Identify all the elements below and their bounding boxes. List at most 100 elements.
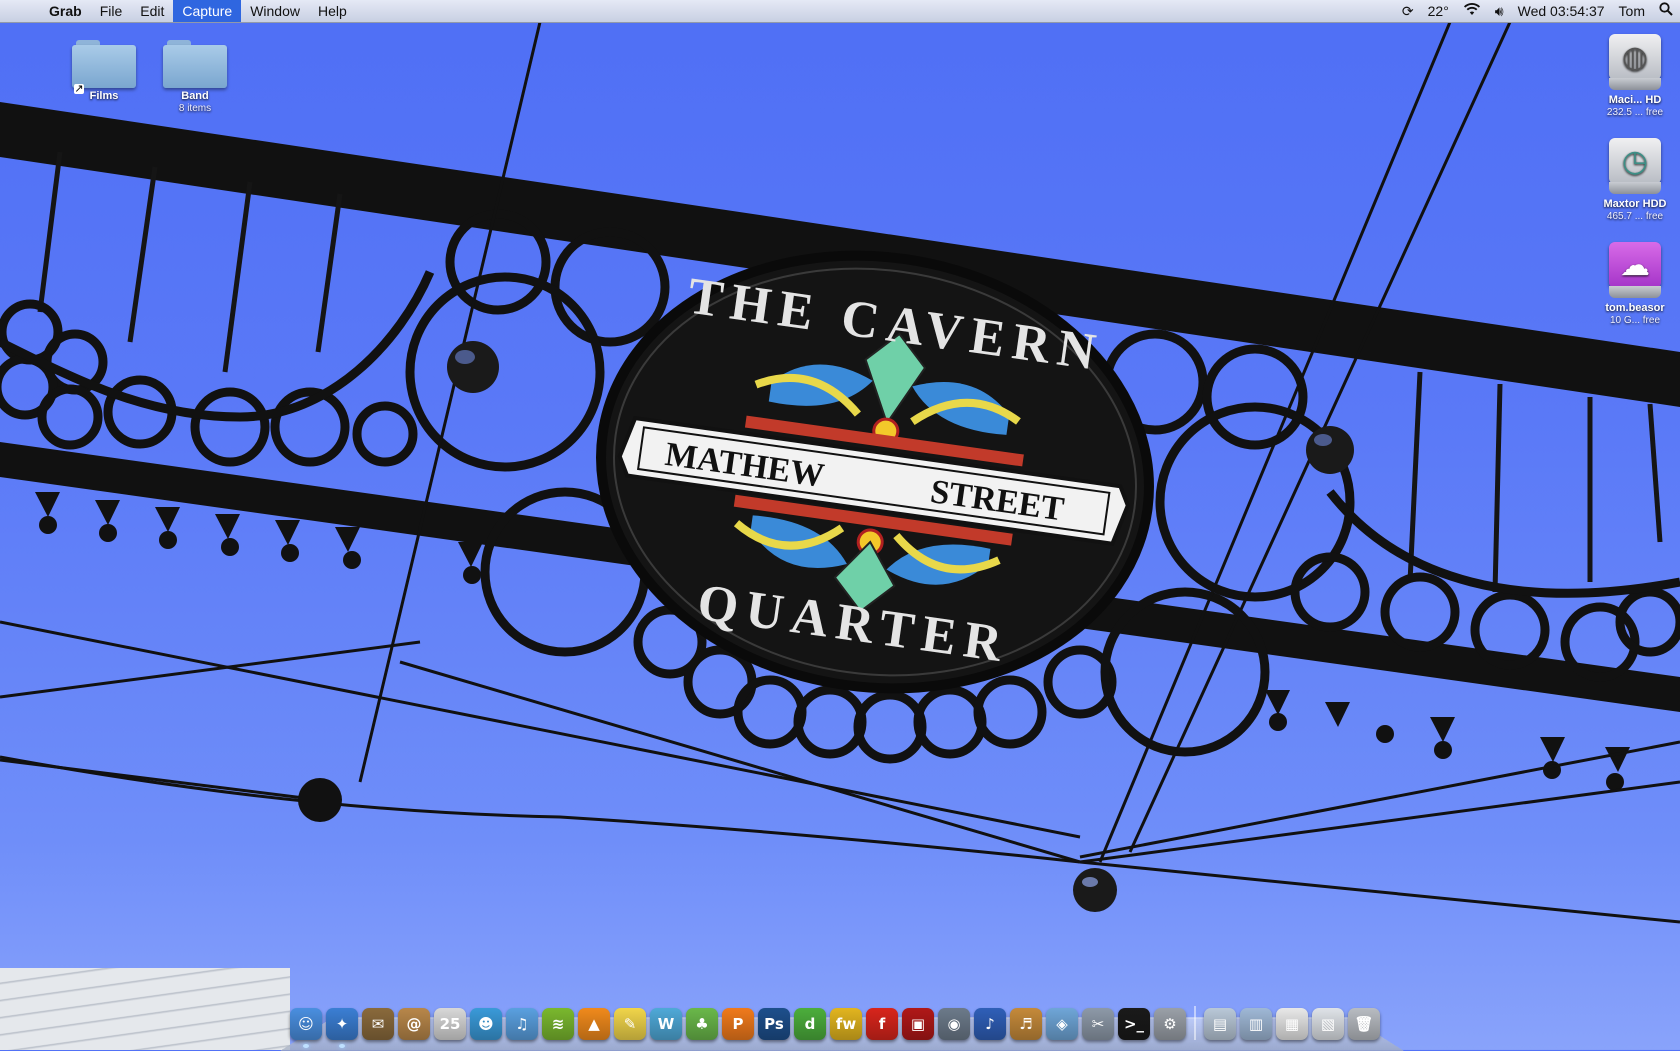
dock-applications-stack-icon[interactable]: ▤ xyxy=(1204,1008,1236,1040)
dock-ical-icon[interactable]: 25 xyxy=(434,1008,466,1040)
desktop-icon-tom-beasor[interactable]: ☁ tom.beasor 10 G... free xyxy=(1590,242,1680,326)
dock-flash-player-icon[interactable]: fw xyxy=(830,1008,862,1040)
clock[interactable]: Wed 03:54:37 xyxy=(1511,0,1612,22)
spotlight-icon[interactable] xyxy=(1652,0,1680,22)
dock-glyph: ☺ xyxy=(298,1015,314,1033)
dock-glyph: d xyxy=(804,1015,816,1033)
desktop-icon-label: tom.beasor xyxy=(1605,302,1665,314)
desktop-icon-maxtor-hdd[interactable]: ◷ Maxtor HDD 465.7 ... free xyxy=(1590,138,1680,222)
dock-glyph: ✎ xyxy=(623,1015,637,1033)
folder-icon: ↗ xyxy=(72,40,136,95)
dock-glyph: ♫ xyxy=(515,1015,529,1033)
dock-address-book-icon[interactable]: @ xyxy=(398,1008,430,1040)
hard-disk-icon: ◍ xyxy=(1607,34,1663,92)
dock: ☺ ✦ ✉ @25 ☻ ♫ ≋ ▲ ✎ W ♣ P Ps d fw f ▣ ◉ ♪ ♬ ◈ ✂ >_ ⚙ ▤ ▥ ▦ ▧ 🗑 xyxy=(290,998,1380,1048)
dock-terminal-icon[interactable]: >_ xyxy=(1118,1008,1150,1040)
dock-photoshop-icon[interactable]: Ps xyxy=(758,1008,790,1040)
desktop-icon-info: 8 items xyxy=(178,103,212,114)
dock-glyph: ✦ xyxy=(335,1015,349,1033)
dock-photo-booth-icon[interactable]: ▣ xyxy=(902,1008,934,1040)
running-indicator xyxy=(339,1044,345,1048)
dock-dreamweaver-icon[interactable]: W xyxy=(650,1008,682,1040)
dock-glyph: @ xyxy=(406,1015,422,1033)
desktop-icon-info: 10 G... free xyxy=(1609,315,1661,326)
desktop-icon-label: Maxtor HDD xyxy=(1603,198,1667,210)
desktop-icon-info: 232.5 ... free xyxy=(1606,107,1664,118)
dock-downloads-stack-icon[interactable]: ▦ xyxy=(1276,1008,1308,1040)
status-area: ⟳ 22° 🔊︎ Wed 03:54:37 Tom xyxy=(1395,0,1680,22)
dock-glyph: ♪ xyxy=(985,1015,995,1033)
dock-glyph: ▣ xyxy=(910,1015,926,1033)
dock-glyph: ▲ xyxy=(588,1015,600,1033)
desktop-wallpaper: MATHEW STREET THE CAVERN QUARTER xyxy=(0,22,1680,1050)
dock-stickies-icon[interactable]: ✎ xyxy=(614,1008,646,1040)
running-indicator xyxy=(303,1044,309,1048)
dock-glyph: ✉ xyxy=(371,1015,385,1033)
dock-glyph: ▤ xyxy=(1212,1015,1228,1033)
dock-glyph: ⚙ xyxy=(1163,1015,1177,1033)
menu-app-name[interactable]: Grab xyxy=(40,0,91,22)
dock-audio-hijack-icon[interactable]: ♪ xyxy=(974,1008,1006,1040)
dock-glyph: ♣ xyxy=(695,1015,709,1033)
menu-edit[interactable]: Edit xyxy=(131,0,173,22)
user-name[interactable]: Tom xyxy=(1612,0,1652,22)
desktop-icon-label: Band xyxy=(181,90,209,102)
dock-fireworks-icon[interactable]: ♣ xyxy=(686,1008,718,1040)
dock-virtualbox-icon[interactable]: ◈ xyxy=(1046,1008,1078,1040)
dock-glyph: f xyxy=(878,1015,886,1033)
menu-file[interactable]: File xyxy=(91,0,132,22)
dock-glyph: ≋ xyxy=(551,1015,565,1033)
dock-mail-icon[interactable]: ✉ xyxy=(362,1008,394,1040)
desktop-icon-band[interactable]: Band 8 items xyxy=(150,40,240,114)
dock-glyph: ☻ xyxy=(478,1015,494,1033)
dock-documents-stack-icon[interactable]: ▥ xyxy=(1240,1008,1272,1040)
dock-glyph: ▧ xyxy=(1320,1015,1336,1033)
dock-glyph: >_ xyxy=(1123,1015,1145,1033)
dock-ichat-icon[interactable]: ☻ xyxy=(470,1008,502,1040)
temperature-readout[interactable]: 22° xyxy=(1421,0,1456,22)
dock-itunes-icon[interactable]: ♫ xyxy=(506,1008,538,1040)
cloud-disk-icon: ☁ xyxy=(1607,242,1663,300)
dock-spotify-icon[interactable]: ≋ xyxy=(542,1008,574,1040)
desktop-icon-films[interactable]: ↗ Films xyxy=(59,40,149,103)
dock-system-tools-icon[interactable]: ✂ xyxy=(1082,1008,1114,1040)
sync-icon[interactable]: ⟳ xyxy=(1395,0,1421,22)
dock-iphoto-icon[interactable]: ◉ xyxy=(938,1008,970,1040)
volume-icon[interactable]: 🔊︎ xyxy=(1488,0,1511,22)
wifi-icon[interactable] xyxy=(1456,0,1488,22)
menu-capture[interactable]: Capture xyxy=(173,0,242,22)
dock-glyph: fw xyxy=(835,1015,857,1033)
desktop-icon-macintosh-hd[interactable]: ◍ Maci... HD 232.5 ... free xyxy=(1590,34,1680,118)
dock-vlc-icon[interactable]: ▲ xyxy=(578,1008,610,1040)
dock-glyph: ♬ xyxy=(1019,1015,1033,1033)
dock-separator xyxy=(1194,1006,1196,1040)
dock-glyph: ◉ xyxy=(947,1015,961,1033)
alias-arrow-icon: ↗ xyxy=(74,83,84,95)
dock-trash-icon[interactable]: 🗑 xyxy=(1348,1008,1380,1040)
dock-glyph: W xyxy=(657,1015,675,1033)
dock-glyph: ✂ xyxy=(1091,1015,1105,1033)
desktop-icon-label: Maci... HD xyxy=(1608,94,1662,106)
dock-glyph: ◈ xyxy=(1056,1015,1068,1033)
dock-garageband-icon[interactable]: ♬ xyxy=(1010,1008,1042,1040)
menu-help[interactable]: Help xyxy=(309,0,356,22)
desktop-icon-label: Films xyxy=(89,90,119,102)
dock-safari-icon[interactable]: ✦ xyxy=(326,1008,358,1048)
dock-glyph: 25 xyxy=(439,1015,461,1033)
dock-system-preferences-icon[interactable]: ⚙ xyxy=(1154,1008,1186,1040)
wallpaper-building-edge xyxy=(0,968,290,1050)
dock-flash-icon[interactable]: f xyxy=(866,1008,898,1040)
dock-glyph: ▥ xyxy=(1248,1015,1264,1033)
time-machine-disk-icon: ◷ xyxy=(1607,138,1663,196)
dock-dreamweaver-cs-icon[interactable]: d xyxy=(794,1008,826,1040)
desktop-icon-info: 465.7 ... free xyxy=(1606,211,1664,222)
menu-window[interactable]: Window xyxy=(241,0,309,22)
dock-finder-icon[interactable]: ☺ xyxy=(290,1008,322,1048)
menu-bar: Grab File Edit Capture Window Help ⟳ 22°… xyxy=(0,0,1680,23)
dock-illustrator-icon[interactable]: P xyxy=(722,1008,754,1040)
dock-finder-window-stack-icon[interactable]: ▧ xyxy=(1312,1008,1344,1040)
folder-icon xyxy=(163,40,227,88)
dock-glyph: P xyxy=(732,1015,744,1033)
dock-glyph: ▦ xyxy=(1284,1015,1300,1033)
dock-glyph: Ps xyxy=(764,1015,784,1033)
